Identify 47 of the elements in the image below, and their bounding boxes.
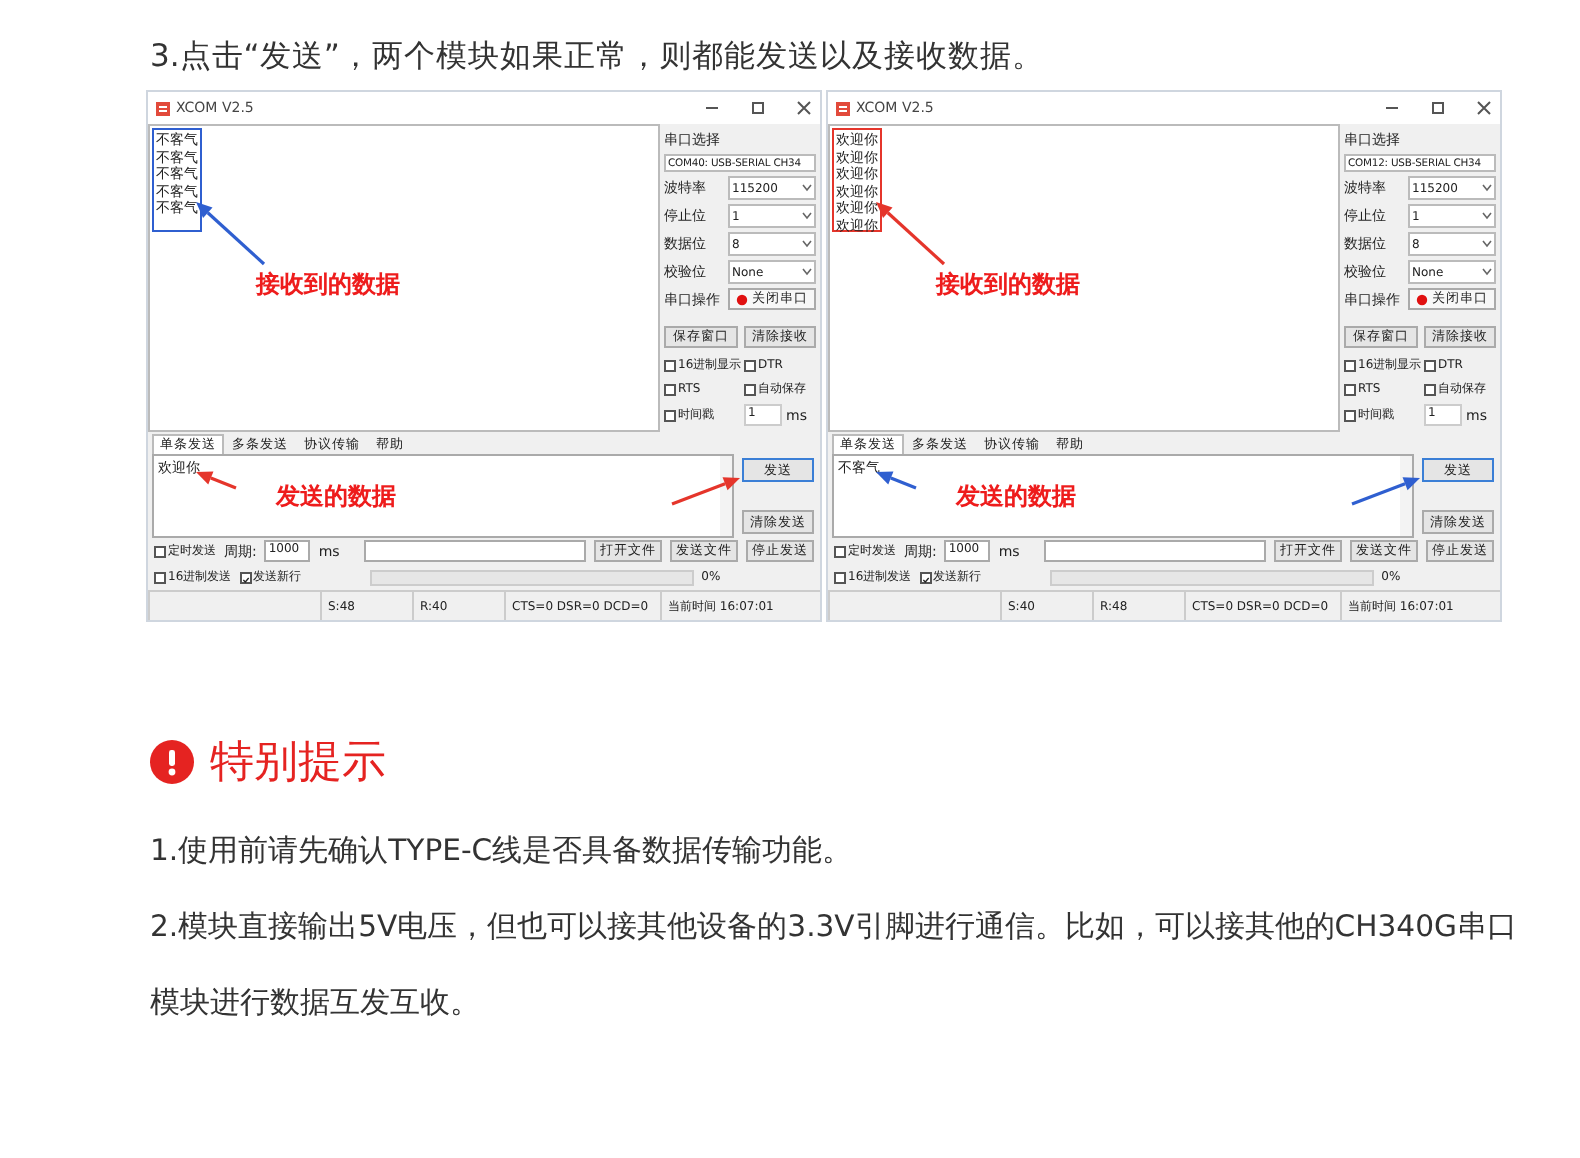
notice-text: 1.使用前请先确认TYPE-C线是否具备数据传输功能。 — [150, 832, 855, 872]
checkbox[interactable] — [664, 359, 676, 371]
maximize-icon[interactable] — [750, 100, 766, 116]
instruction-text: 3.点击“发送”，两个模块如果正常，则都能发送以及接收数据。 — [150, 36, 1046, 72]
checkbox[interactable] — [1424, 359, 1436, 371]
checkbox[interactable] — [834, 571, 846, 583]
maximize-icon[interactable] — [1430, 100, 1446, 116]
checkbox[interactable] — [1344, 359, 1356, 371]
checkbox[interactable] — [154, 571, 166, 583]
scrollbar — [720, 456, 732, 536]
checkbox[interactable] — [1424, 383, 1436, 395]
notice-text: 2.模块直接输出5V电压，但也可以接其他设备的3.3V引脚进行通信。比如，可以接其他的CH340G串口模块进行数据互发互收。 — [150, 908, 1519, 1024]
checkbox[interactable] — [664, 383, 676, 395]
file-path-field[interactable] — [363, 540, 586, 562]
caret-icon — [1482, 240, 1492, 248]
checkbox[interactable] — [744, 383, 756, 395]
app-icon — [156, 101, 170, 115]
annotation-label: 接收到的数据 — [256, 268, 400, 302]
checkbox[interactable] — [1344, 383, 1356, 395]
checkbox[interactable] — [1344, 409, 1356, 421]
close-icon[interactable] — [796, 100, 812, 116]
check-icon — [241, 575, 250, 583]
checkbox[interactable] — [239, 571, 252, 583]
caret-icon — [802, 240, 812, 248]
caret-icon — [1482, 212, 1492, 220]
caret-icon — [802, 184, 812, 192]
close-icon[interactable] — [1476, 100, 1492, 116]
status-led-icon — [736, 293, 748, 305]
checkbox[interactable] — [919, 571, 932, 583]
checkbox[interactable] — [664, 409, 676, 421]
caret-icon — [1482, 268, 1492, 276]
app-icon — [836, 101, 850, 115]
checkbox[interactable] — [154, 545, 166, 557]
annotation-label: 接收到的数据 — [936, 268, 1080, 302]
file-path-field[interactable] — [1043, 540, 1266, 562]
status-led-icon — [1416, 293, 1428, 305]
check-icon — [921, 575, 930, 583]
caret-icon — [802, 268, 812, 276]
notice-title: 特别提示 — [210, 736, 386, 792]
checkbox[interactable] — [834, 545, 846, 557]
caret-icon — [1482, 184, 1492, 192]
annotation-label: 发送的数据 — [956, 480, 1076, 514]
warning-icon — [150, 740, 194, 784]
scrollbar — [1400, 456, 1412, 536]
caret-icon — [802, 212, 812, 220]
checkbox[interactable] — [744, 359, 756, 371]
annotation-label: 发送的数据 — [276, 480, 396, 514]
